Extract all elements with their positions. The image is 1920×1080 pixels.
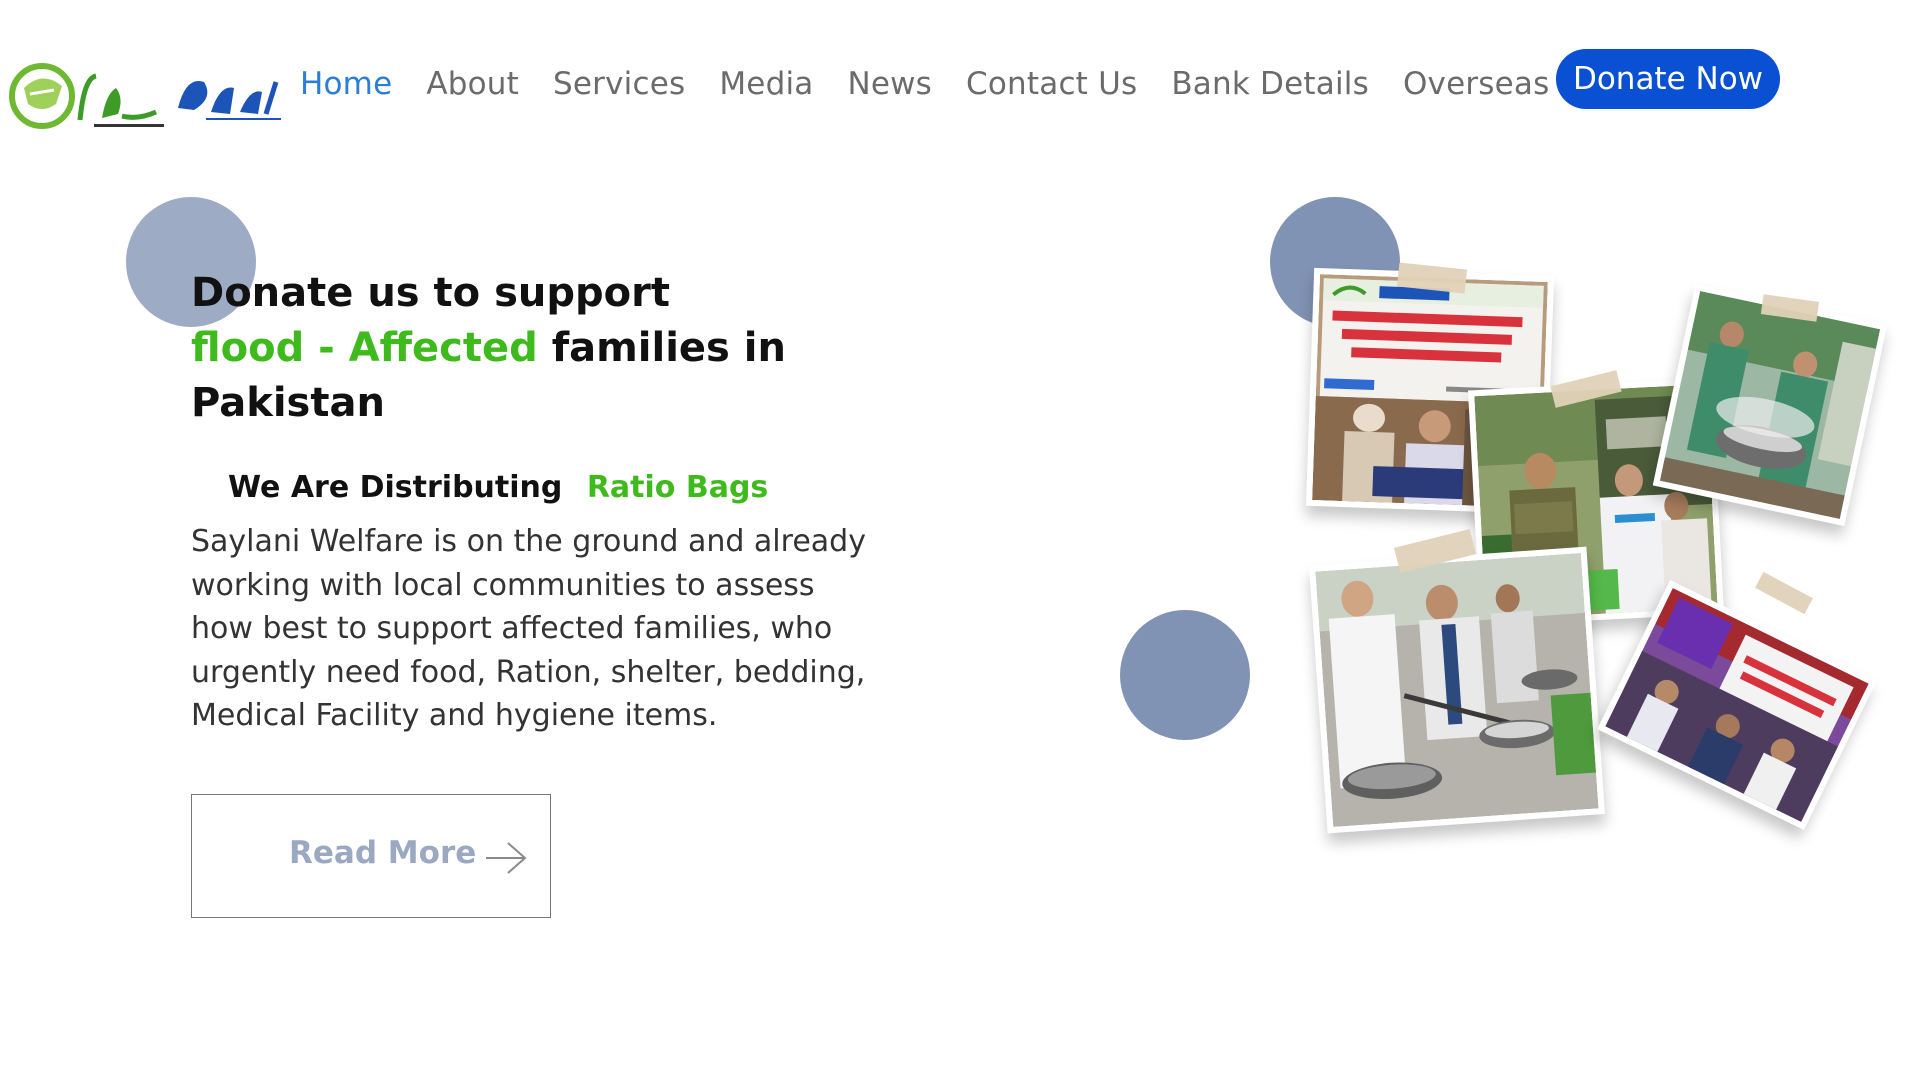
read-more-button[interactable]: Read More <box>191 794 551 918</box>
read-more-label: Read More <box>289 835 477 871</box>
nav-about[interactable]: About <box>426 66 519 102</box>
hero-title: Donate us to support flood - Affected fa… <box>191 266 891 431</box>
nav-contact-us[interactable]: Contact Us <box>966 66 1137 102</box>
nav-media[interactable]: Media <box>719 66 813 102</box>
arrow-right-icon <box>486 842 527 874</box>
ration-camp-image <box>1605 588 1869 822</box>
decor-circle-middle <box>1120 610 1250 740</box>
tape-strip <box>1755 571 1813 615</box>
nav-bank-details[interactable]: Bank Details <box>1171 66 1369 102</box>
page: Home About Services Media News Contact U… <box>0 0 1920 1080</box>
nav-home[interactable]: Home <box>300 66 392 102</box>
collage-photo-cooking <box>1652 283 1888 527</box>
hero-subtitle-prefix: We Are Distributing <box>228 470 563 505</box>
collage-photo-food-pots <box>1308 546 1606 834</box>
hero-subtitle-highlight: Ratio Bags <box>586 470 769 505</box>
donate-now-button[interactable]: Donate Now <box>1556 49 1780 109</box>
food-pots-image <box>1315 553 1599 827</box>
hero-title-line2: families in <box>537 325 786 371</box>
cooking-image <box>1659 290 1881 520</box>
hero-subtitle: We Are Distributing Ratio Bags <box>228 470 768 505</box>
nav-news[interactable]: News <box>847 66 932 102</box>
hero-title-line1: Donate us to support <box>191 270 670 316</box>
nav-services[interactable]: Services <box>553 66 685 102</box>
hero-title-line3: Pakistan <box>191 380 385 426</box>
saylani-logo-icon[interactable] <box>6 58 289 136</box>
hero-title-highlight: flood - Affected <box>191 325 538 371</box>
main-nav: Home About Services Media News Contact U… <box>300 66 1685 102</box>
hero-description: Saylani Welfare is on the ground and alr… <box>191 524 866 733</box>
